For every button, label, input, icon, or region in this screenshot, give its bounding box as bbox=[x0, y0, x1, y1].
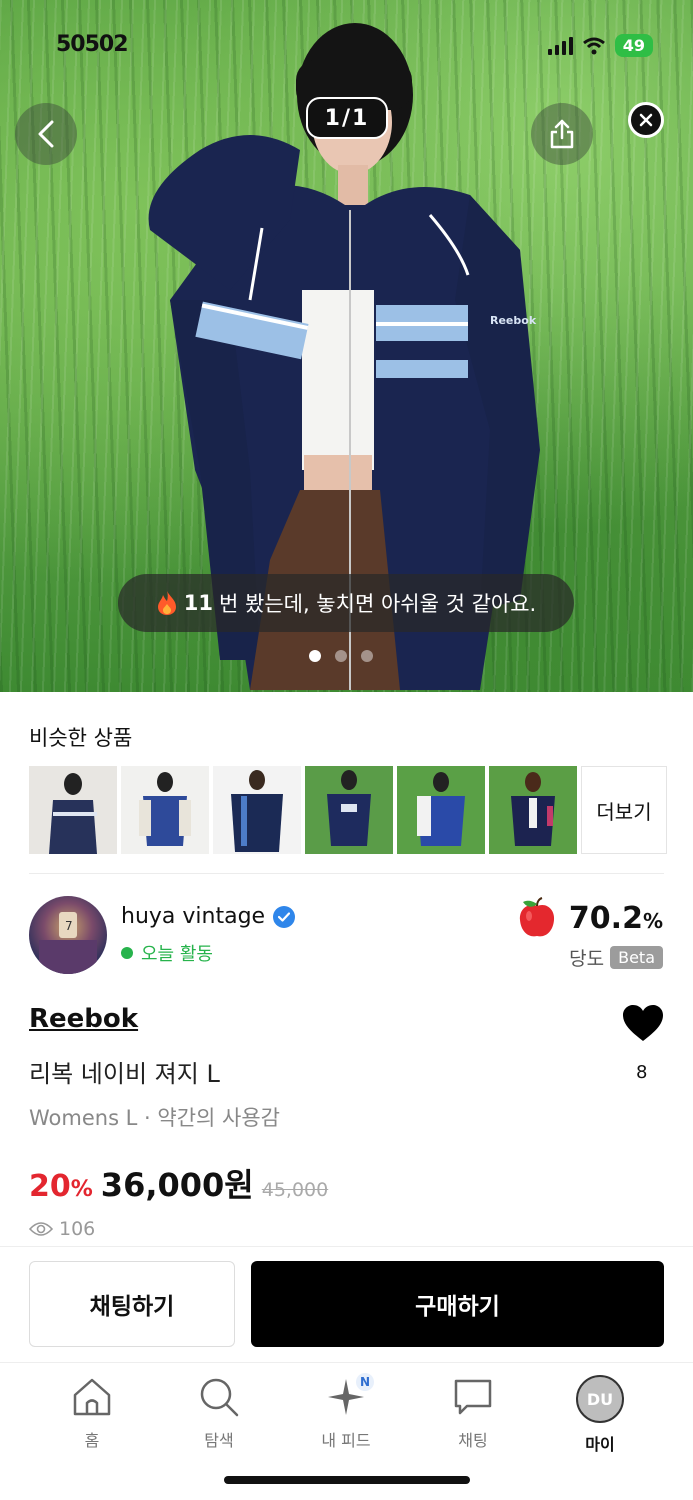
avatar: DU bbox=[576, 1375, 624, 1423]
tab-search[interactable]: 탐색 bbox=[169, 1375, 269, 1451]
original-price: 45,000 bbox=[261, 1179, 329, 1201]
views-banner: 11 번 봤는데, 놓치면 아쉬울 것 같아요. bbox=[118, 574, 574, 632]
wifi-icon bbox=[582, 37, 605, 54]
activity-label: 오늘 활동 bbox=[141, 944, 213, 965]
tab-label: 홈 bbox=[84, 1431, 100, 1450]
share-button[interactable] bbox=[531, 103, 593, 165]
product-name: 리복 네이비 져지 L bbox=[29, 1060, 220, 1088]
similar-section-title: 비슷한 상품 bbox=[29, 726, 133, 750]
tab-label: 마이 bbox=[585, 1435, 615, 1454]
status-bar: 50502 49 bbox=[0, 28, 693, 68]
score-label-row: 당도 Beta bbox=[569, 944, 663, 971]
image-counter: 1/1 bbox=[306, 97, 388, 139]
similar-product-thumb[interactable] bbox=[305, 766, 393, 854]
seller-name: huya vintage bbox=[121, 904, 266, 929]
product-meta: Womens L · 약간의 사용감 bbox=[29, 1106, 281, 1130]
similar-product-thumb[interactable] bbox=[397, 766, 485, 854]
tab-label: 내 피드 bbox=[321, 1431, 371, 1450]
home-indicator bbox=[224, 1476, 470, 1484]
seller-name-row[interactable]: huya vintage bbox=[121, 904, 296, 929]
status-time: 50502 bbox=[56, 32, 129, 57]
carousel-dot-active[interactable] bbox=[309, 650, 321, 662]
svg-text:7: 7 bbox=[65, 919, 73, 933]
score-value: 70.2 bbox=[568, 900, 643, 936]
product-image-carousel[interactable]: Reebok 50502 49 1/1 11 번 봤는데, 놓치면 아쉬울 것 … bbox=[0, 0, 693, 692]
battery-indicator: 49 bbox=[614, 34, 653, 57]
similar-product-thumb[interactable] bbox=[489, 766, 577, 854]
carousel-dots bbox=[309, 650, 373, 662]
score-value-row: 70.2% bbox=[569, 901, 663, 936]
seller-avatar[interactable]: 7 bbox=[29, 896, 107, 974]
similar-products-row: 더보기 bbox=[29, 766, 667, 854]
score-unit: % bbox=[642, 908, 663, 933]
close-button[interactable] bbox=[628, 102, 664, 138]
home-icon bbox=[73, 1378, 111, 1416]
similar-product-thumb[interactable] bbox=[121, 766, 209, 854]
back-button[interactable] bbox=[15, 103, 77, 165]
eye-icon bbox=[29, 1222, 53, 1236]
tab-my-feed[interactable]: N 내 피드 bbox=[296, 1373, 396, 1451]
discount-value: 20 bbox=[29, 1169, 71, 1204]
like-count: 8 bbox=[636, 1062, 648, 1083]
signal-icon bbox=[547, 36, 573, 55]
new-badge: N bbox=[356, 1373, 374, 1391]
price-row: 20% 36,000원 45,000 bbox=[29, 1160, 328, 1206]
verified-badge-icon bbox=[273, 905, 296, 928]
view-count-value: 106 bbox=[59, 1218, 96, 1240]
tab-my[interactable]: DU 마이 bbox=[550, 1375, 650, 1455]
sale-price: 36,000원 bbox=[100, 1166, 254, 1204]
tab-chat[interactable]: 채팅 bbox=[423, 1375, 523, 1451]
beta-badge: Beta bbox=[610, 946, 663, 969]
brand-link[interactable]: Reebok bbox=[29, 1004, 138, 1034]
seller-score[interactable]: 70.2% bbox=[515, 896, 663, 940]
carousel-dot[interactable] bbox=[361, 650, 373, 662]
online-dot-icon bbox=[121, 947, 133, 959]
jacket-logo: Reebok bbox=[490, 314, 537, 327]
score-label: 당도 bbox=[569, 948, 605, 970]
chevron-left-icon bbox=[38, 120, 54, 148]
similar-product-thumb[interactable] bbox=[213, 766, 301, 854]
views-message: 번 봤는데, 놓치면 아쉬울 것 같아요. bbox=[219, 592, 537, 616]
status-icons: 49 bbox=[547, 34, 653, 57]
seller-activity: 오늘 활동 bbox=[121, 940, 213, 966]
discount-rate: 20% bbox=[29, 1169, 93, 1204]
carousel-dot[interactable] bbox=[335, 650, 347, 662]
search-icon bbox=[200, 1378, 239, 1417]
tab-label: 채팅 bbox=[458, 1431, 488, 1450]
share-icon bbox=[550, 119, 574, 149]
heart-icon bbox=[623, 1005, 663, 1041]
tab-label: 탐색 bbox=[204, 1431, 234, 1450]
views-count: 11 bbox=[183, 591, 213, 615]
divider bbox=[29, 873, 664, 874]
apple-icon bbox=[519, 897, 555, 937]
fire-icon bbox=[157, 591, 176, 615]
buy-button[interactable]: 구매하기 bbox=[251, 1261, 664, 1347]
chat-button[interactable]: 채팅하기 bbox=[29, 1261, 235, 1347]
similar-product-thumb[interactable] bbox=[29, 766, 117, 854]
chat-bubble-icon bbox=[454, 1379, 492, 1415]
similar-more-button[interactable]: 더보기 bbox=[581, 766, 667, 854]
like-button[interactable] bbox=[622, 1004, 664, 1046]
tab-home[interactable]: 홈 bbox=[42, 1375, 142, 1451]
purchase-action-bar: 채팅하기 구매하기 bbox=[0, 1246, 693, 1362]
view-count: 106 bbox=[29, 1218, 95, 1240]
close-icon bbox=[639, 113, 653, 127]
discount-unit: % bbox=[70, 1177, 93, 1202]
